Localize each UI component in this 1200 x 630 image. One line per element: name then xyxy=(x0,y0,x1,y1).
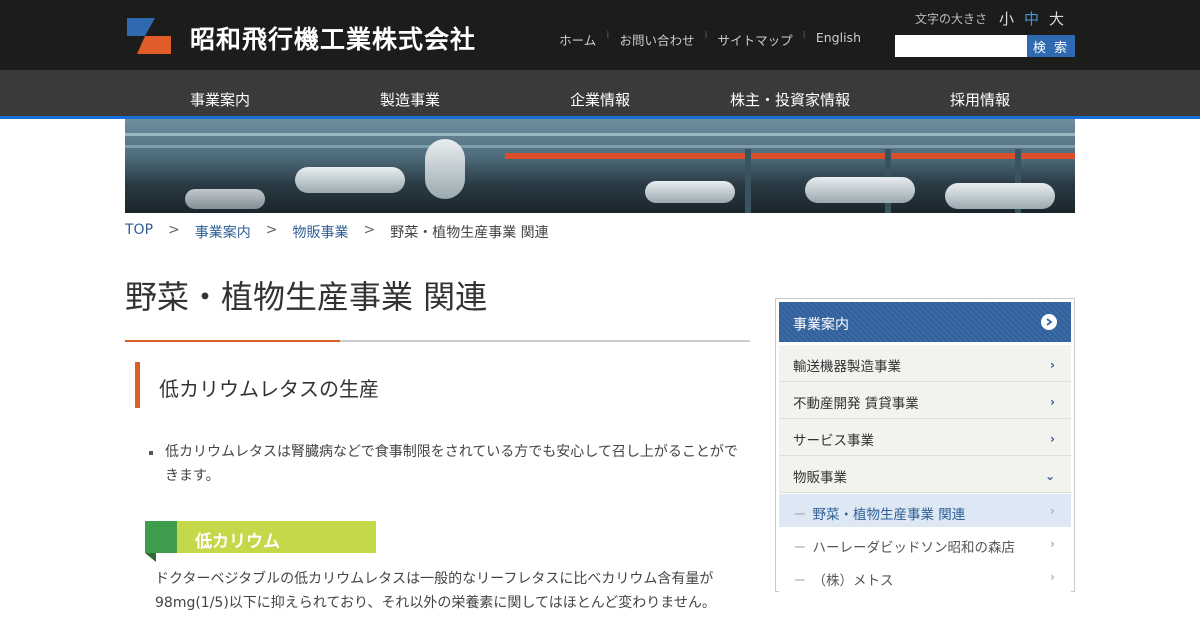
util-link-english[interactable]: English xyxy=(806,30,871,49)
breadcrumb-current: 野菜・植物生産事業 関連 xyxy=(390,225,549,241)
nav-item-recruit[interactable]: 採用情報 xyxy=(950,89,1010,110)
sidebar-item-label: 物販事業 xyxy=(793,470,847,486)
util-link-contact[interactable]: お問い合わせ xyxy=(609,30,704,49)
font-size-small[interactable]: 小 xyxy=(999,8,1014,29)
font-size-medium[interactable]: 中 xyxy=(1024,8,1039,29)
sidebar-subitem-metos[interactable]: －（株）メトス › xyxy=(779,560,1071,593)
breadcrumb-separator: > xyxy=(265,222,278,238)
chevron-right-icon: › xyxy=(1050,570,1055,584)
font-size-large[interactable]: 大 xyxy=(1049,8,1064,29)
chevron-right-circle-icon xyxy=(1041,314,1057,330)
breadcrumb-separator: > xyxy=(363,222,376,238)
hero-factory-image xyxy=(125,119,1075,213)
bullet-dot-icon xyxy=(149,451,153,455)
sidebar-item-service[interactable]: サービス事業 › xyxy=(779,419,1071,456)
search-button[interactable]: 検 索 xyxy=(1027,35,1075,57)
nav-item-investors[interactable]: 株主・投資家情報 xyxy=(730,89,850,110)
bullet-text: 低カリウムレタスは腎臓病などで食事制限をされている方でも安心して召し上がることが… xyxy=(165,444,738,484)
sidebar-item-label: サービス事業 xyxy=(793,433,874,449)
sidebar-subitem-vegetable[interactable]: －野菜・植物生産事業 関連 › xyxy=(779,494,1071,527)
badge-text: 低カリウム xyxy=(195,532,280,552)
chevron-right-icon: › xyxy=(1050,395,1055,409)
font-size-label: 文字の大きさ xyxy=(915,12,988,26)
breadcrumb-retail[interactable]: 物販事業 xyxy=(292,222,348,242)
sidebar-subitem-label: －（株）メトス xyxy=(793,573,894,589)
util-link-sitemap[interactable]: サイトマップ xyxy=(708,30,803,49)
sidebar-item-label: 不動産開発 賃貸事業 xyxy=(793,396,919,412)
chevron-down-icon: ⌄ xyxy=(1044,469,1055,483)
breadcrumb-business[interactable]: 事業案内 xyxy=(195,222,251,242)
title-divider xyxy=(125,340,750,342)
company-name[interactable]: 昭和飛行機工業株式会社 xyxy=(190,20,476,56)
company-logo-icon[interactable] xyxy=(125,14,173,58)
chevron-right-icon: › xyxy=(1050,537,1055,551)
section-heading-text: 低カリウムレタスの生産 xyxy=(159,377,379,401)
sidebar-heading-label: 事業案内 xyxy=(793,317,849,333)
low-potassium-badge: 低カリウム xyxy=(145,521,376,562)
nav-item-business[interactable]: 事業案内 xyxy=(190,89,250,110)
sidebar-item-label: 輸送機器製造事業 xyxy=(793,359,901,375)
search-input[interactable] xyxy=(895,35,1027,57)
utility-links: ホーム ⁞ お問い合わせ ⁞ サイトマップ ⁞ English xyxy=(549,30,871,49)
page-title: 野菜・植物生産事業 関連 xyxy=(125,278,488,316)
nav-item-manufacturing[interactable]: 製造事業 xyxy=(380,89,440,110)
breadcrumb-separator: > xyxy=(168,222,180,238)
sidebar-nav: 事業案内 輸送機器製造事業 › 不動産開発 賃貸事業 › サービス事業 › 物販… xyxy=(775,298,1075,593)
global-nav: 事業案内 製造事業 企業情報 株主・投資家情報 採用情報 xyxy=(0,70,1200,119)
bullet-item: 低カリウムレタスは腎臓病などで食事制限をされている方でも安心して召し上がることが… xyxy=(149,440,744,488)
sidebar-subitem-harley[interactable]: －ハーレーダビッドソン昭和の森店 › xyxy=(779,527,1071,560)
section-heading: 低カリウムレタスの生産 xyxy=(135,362,379,408)
chevron-right-icon: › xyxy=(1050,504,1055,518)
description-paragraph: ドクターベジタブルの低カリウムレタスは一般的なリーフレタスに比べカリウム含有量が… xyxy=(155,571,716,611)
breadcrumb: TOP > 事業案内 > 物販事業 > 野菜・植物生産事業 関連 xyxy=(125,222,549,242)
sidebar-subitem-label: －ハーレーダビッドソン昭和の森店 xyxy=(793,540,1015,556)
nav-item-company[interactable]: 企業情報 xyxy=(570,89,630,110)
sidebar-item-realestate[interactable]: 不動産開発 賃貸事業 › xyxy=(779,382,1071,419)
font-size-switcher: 文字の大きさ 小 中 大 xyxy=(915,8,1074,29)
breadcrumb-top[interactable]: TOP xyxy=(125,222,153,242)
sidebar-subitem-label: －野菜・植物生産事業 関連 xyxy=(793,507,966,523)
util-link-home[interactable]: ホーム xyxy=(549,30,606,49)
site-header: 昭和飛行機工業株式会社 ホーム ⁞ お問い合わせ ⁞ サイトマップ ⁞ Engl… xyxy=(0,0,1200,70)
sidebar-item-transport[interactable]: 輸送機器製造事業 › xyxy=(779,345,1071,382)
sidebar-heading[interactable]: 事業案内 xyxy=(779,302,1071,342)
chevron-right-icon: › xyxy=(1050,432,1055,446)
sidebar-item-retail[interactable]: 物販事業 ⌄ xyxy=(779,456,1071,493)
chevron-right-icon: › xyxy=(1050,358,1055,372)
